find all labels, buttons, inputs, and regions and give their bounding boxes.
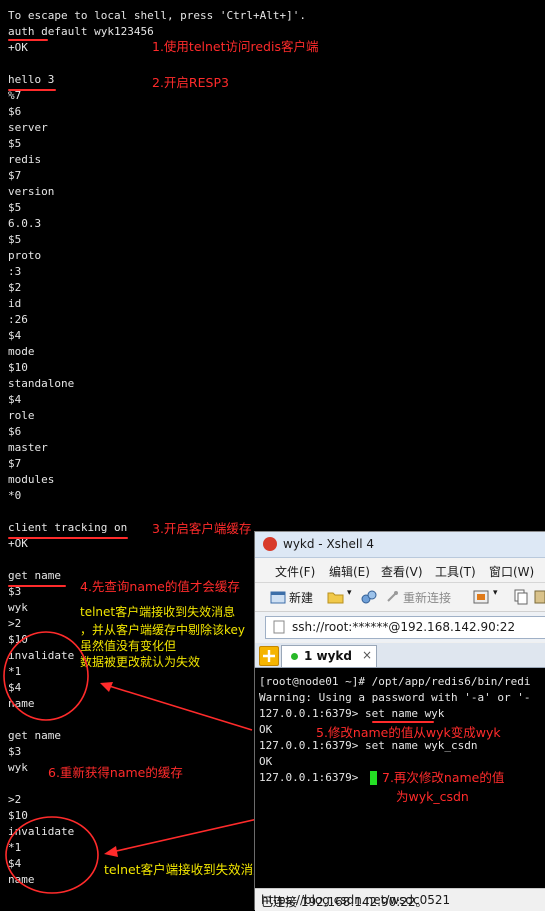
new-session-icon	[270, 591, 286, 604]
connected-status-icon	[291, 653, 298, 660]
address-text: ssh://root:******@192.168.142.90:22	[292, 620, 516, 634]
xshell-terminal-line: 127.0.0.1:6379>	[259, 771, 365, 784]
terminal-cursor	[370, 771, 377, 785]
arrow-step7-head	[104, 846, 118, 857]
add-tab-icon[interactable]	[259, 646, 279, 666]
menu-edit[interactable]: 编辑(E)	[329, 563, 370, 580]
xshell-terminal-line: [root@node01 ~]# /opt/app/redis6/bin/red…	[259, 675, 531, 688]
xshell-terminal-line: OK	[259, 755, 273, 768]
address-page-icon	[273, 620, 285, 634]
open-folder-icon[interactable]	[327, 590, 345, 604]
address-bar: ssh://root:******@192.168.142.90:22	[255, 612, 545, 642]
arrow-step5	[105, 684, 253, 731]
watermark-text: https://blog.csdn.net/wsdc0521	[261, 893, 451, 907]
circle-invalidate-1	[3, 631, 89, 721]
menu-view[interactable]: 查看(V)	[381, 563, 423, 580]
plus-icon	[263, 650, 275, 662]
xshell-terminal-line: OK	[259, 723, 273, 736]
annotation-step7-line2: 为wyk_csdn	[396, 789, 469, 804]
paste-icon[interactable]	[534, 589, 545, 605]
new-button[interactable]: 新建	[289, 589, 313, 606]
menu-bar: 文件(F) 编辑(E) 查看(V) 工具(T) 窗口(W)	[255, 558, 545, 583]
close-icon[interactable]: ×	[362, 648, 372, 662]
status-bar: 已连接 192.168.142.90:22。 https://blog.csdn…	[255, 888, 545, 911]
reconnect-button[interactable]: 重新连接	[403, 589, 451, 606]
menu-tools[interactable]: 工具(T)	[435, 563, 476, 580]
copy-icon[interactable]	[513, 589, 529, 605]
annotation-step5: 5.修改name的值从wyk变成wyk	[316, 725, 501, 740]
tab-label: 1 wykd	[304, 649, 353, 663]
session-tabs: 1 wykd ×	[255, 643, 545, 668]
open-dropdown-icon[interactable]: ▾	[347, 588, 352, 598]
reconnect-icon	[387, 591, 398, 602]
xshell-terminal-line: Warning: Using a password with '-a' or '…	[259, 691, 531, 704]
menu-window[interactable]: 窗口(W)	[489, 563, 534, 580]
annotation-step7-line1: 7.再次修改name的值	[382, 770, 505, 785]
circle-invalidate-2	[5, 816, 99, 894]
tab-wykd[interactable]: 1 wykd ×	[281, 645, 377, 667]
address-input[interactable]: ssh://root:******@192.168.142.90:22	[265, 616, 545, 639]
xshell-terminal-line: 127.0.0.1:6379> set name wyk	[259, 707, 445, 720]
connect-icon[interactable]	[361, 590, 377, 604]
settings-dropdown-icon[interactable]: ▾	[493, 588, 498, 598]
window-title: wykd - Xshell 4	[283, 537, 375, 551]
toolbar: 新建 ▾ 重新连接 ▾	[255, 583, 545, 612]
xshell-logo-icon	[263, 537, 277, 551]
xshell-titlebar[interactable]: wykd - Xshell 4	[255, 532, 545, 558]
settings-icon[interactable]	[473, 589, 491, 605]
menu-file[interactable]: 文件(F)	[275, 563, 315, 580]
